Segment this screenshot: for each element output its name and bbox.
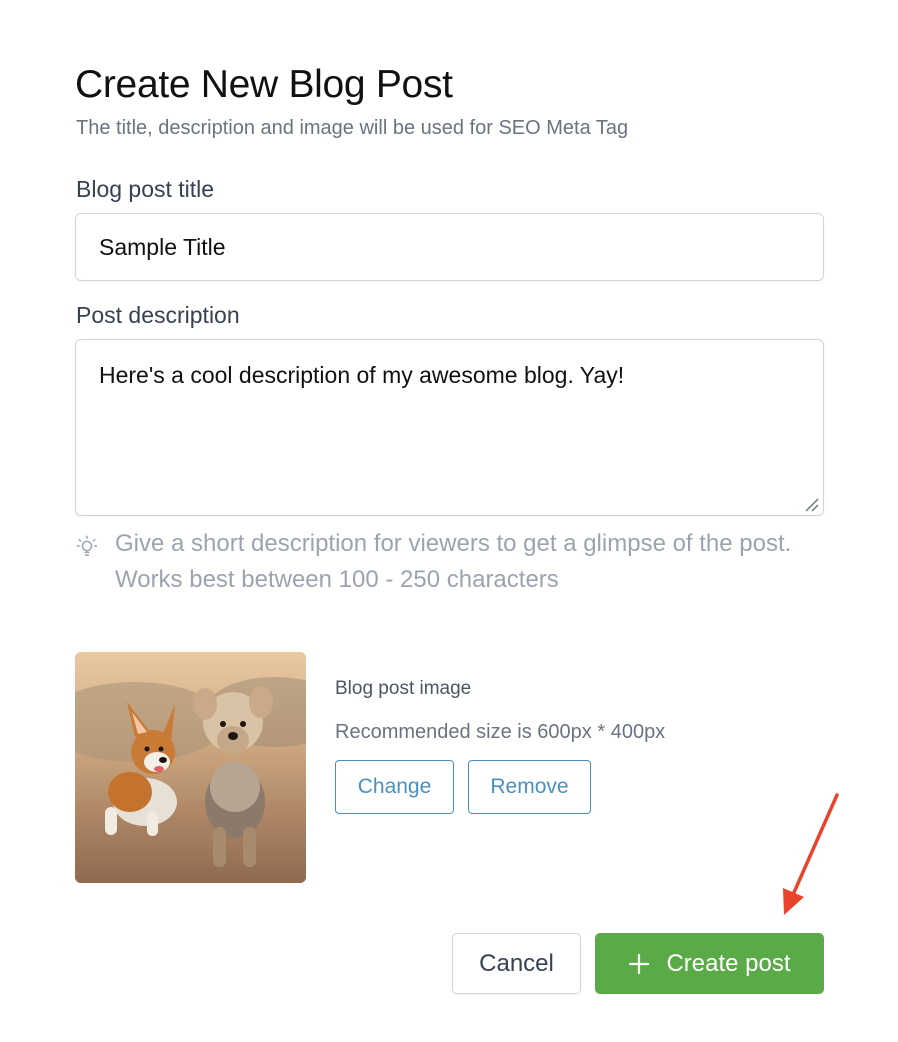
plus-icon <box>629 953 650 974</box>
title-input[interactable] <box>75 213 824 281</box>
hint-text: Give a short description for viewers to … <box>115 530 792 593</box>
annotation-arrow-icon <box>783 793 839 915</box>
page-title: Create New Blog Post <box>75 63 453 106</box>
description-label: Post description <box>76 302 240 328</box>
remove-image-button[interactable]: Remove <box>468 760 591 814</box>
lightbulb-icon <box>76 535 98 556</box>
create-post-label: Create post <box>666 949 791 977</box>
image-size-note: Recommended size is 600px * 400px <box>335 721 666 743</box>
cancel-button[interactable]: Cancel <box>452 933 581 994</box>
description-textarea[interactable]: Here's a cool description of my awesome … <box>75 339 824 516</box>
create-post-button[interactable]: Create post <box>595 933 824 994</box>
image-section-title: Blog post image <box>335 678 472 699</box>
change-image-button[interactable]: Change <box>335 760 454 814</box>
create-post-page: Create New Blog Post The title, descript… <box>0 0 898 1042</box>
blog-post-image <box>75 652 306 883</box>
title-label: Blog post title <box>76 176 215 202</box>
page-subtitle: The title, description and image will be… <box>76 117 629 139</box>
resize-handle-icon[interactable] <box>803 496 819 512</box>
